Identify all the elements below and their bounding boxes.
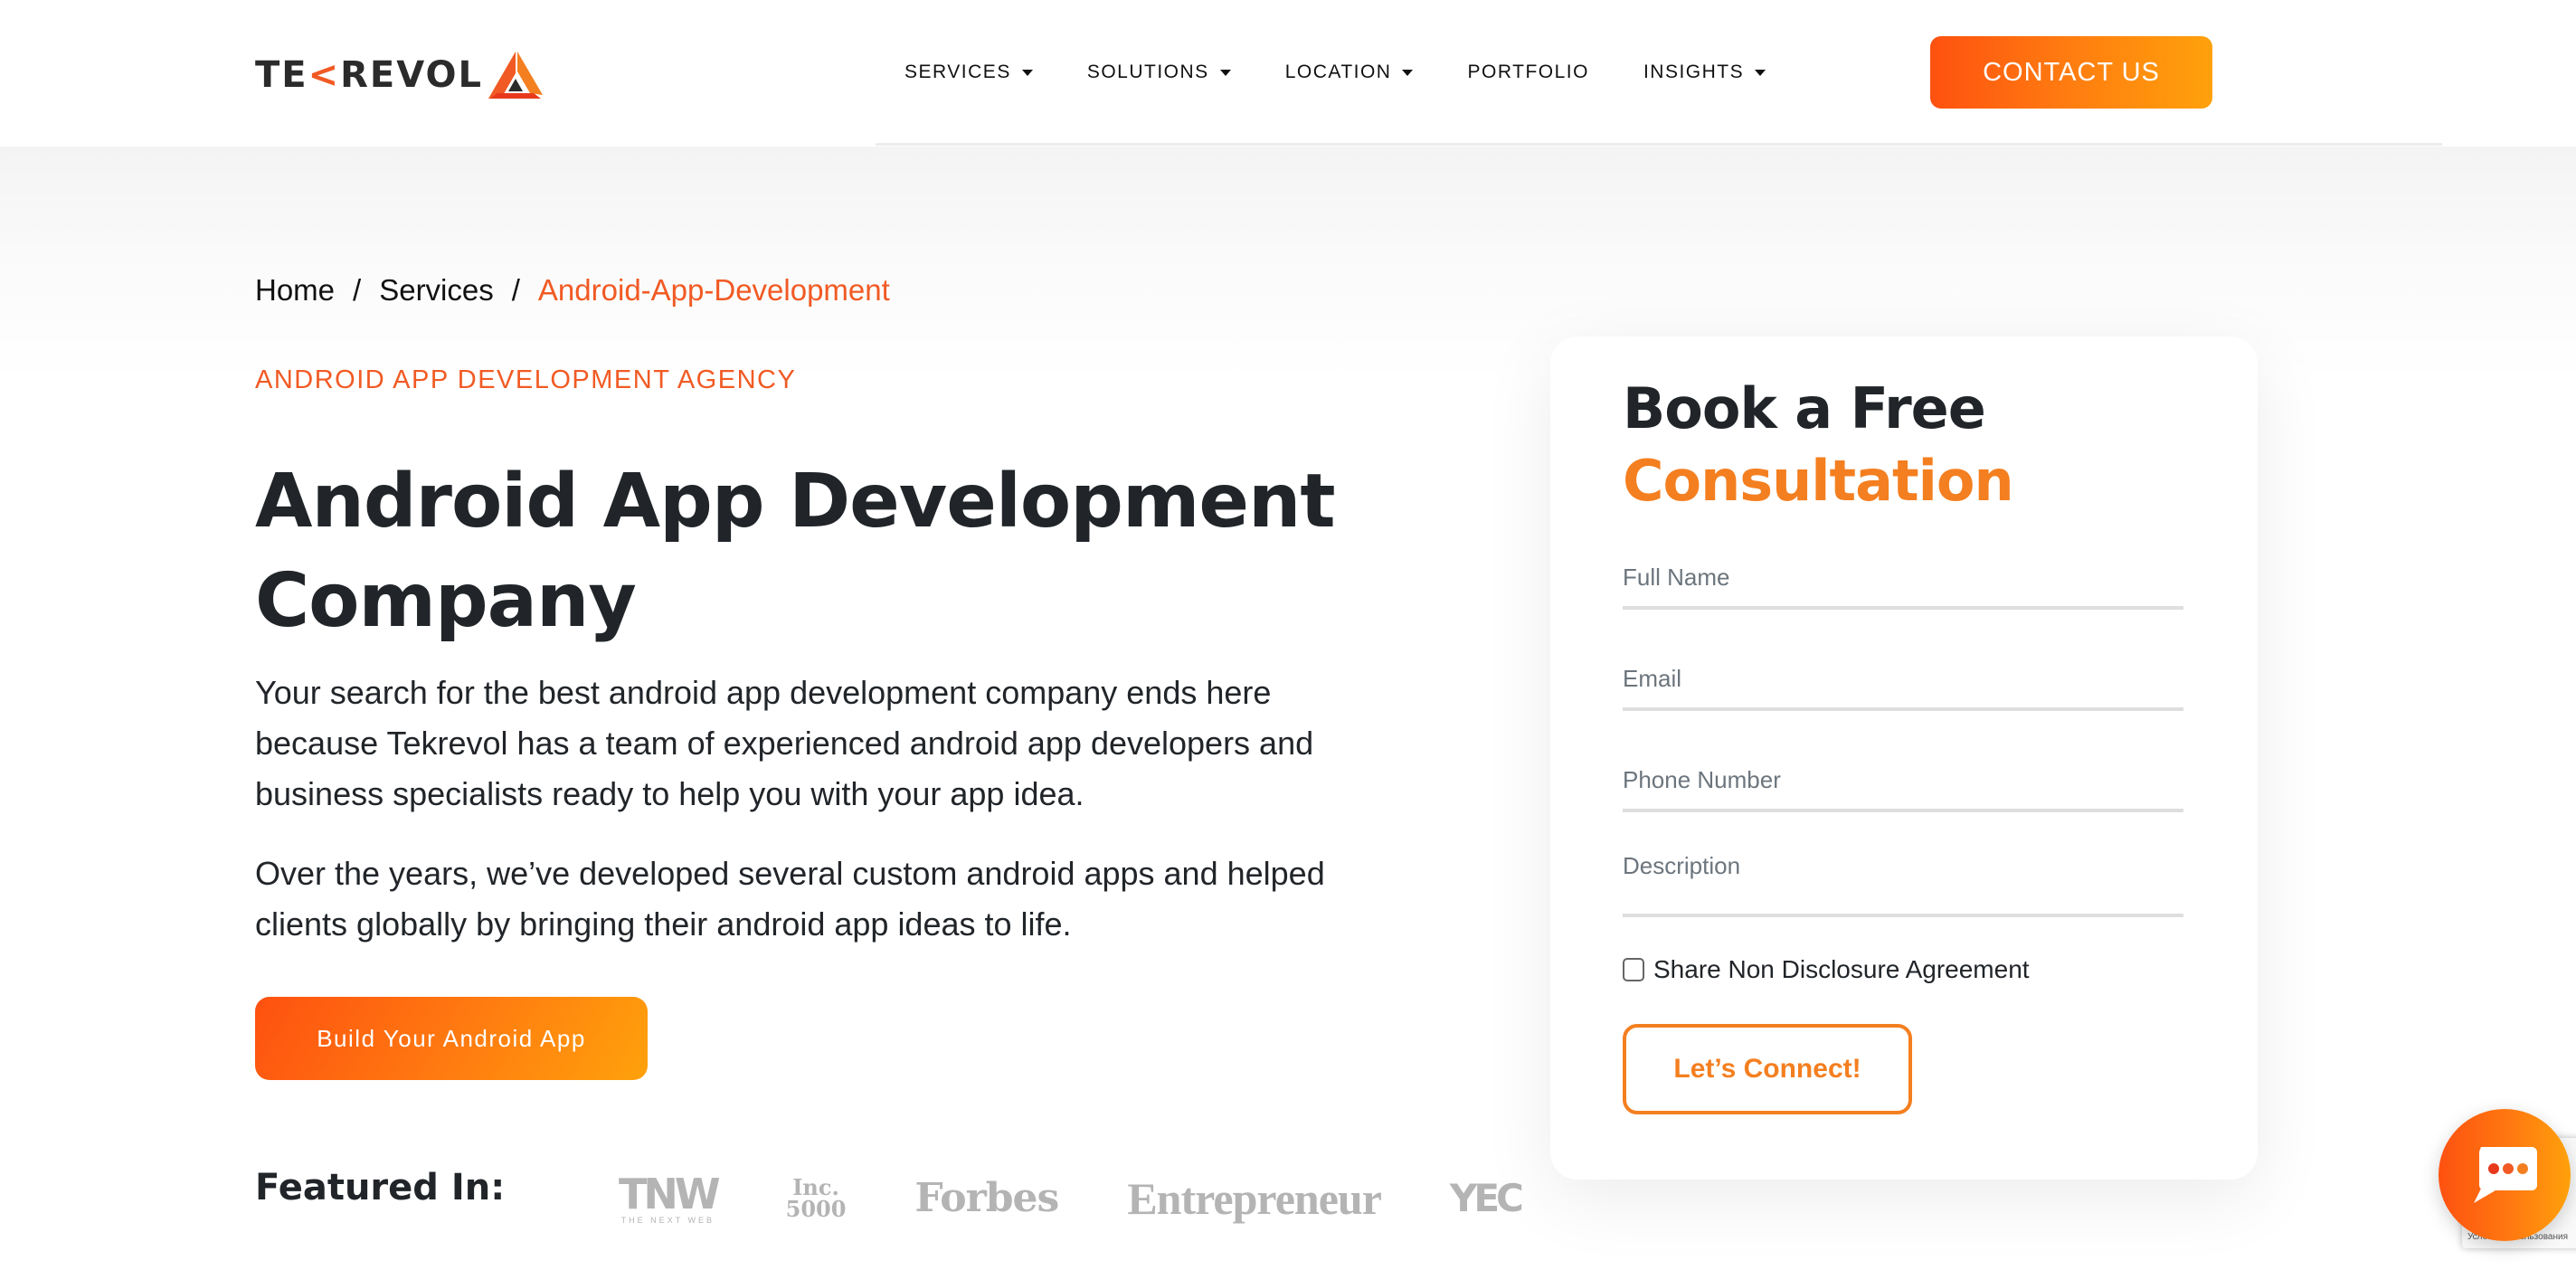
chat-widget-button[interactable]: [2439, 1109, 2571, 1241]
header-divider: [876, 143, 2442, 146]
featured-in-label: Featured In:: [255, 1167, 506, 1208]
build-android-app-button[interactable]: Build Your Android App: [255, 997, 648, 1080]
caret-down-icon: [1219, 69, 1231, 76]
nda-checkbox-row[interactable]: Share Non Disclosure Agreement: [1623, 955, 2030, 984]
chat-message-icon: [2474, 1147, 2537, 1203]
inc5000-logo: Inc. 5000: [786, 1177, 847, 1220]
nda-checkbox[interactable]: [1623, 958, 1644, 981]
caret-down-icon: [1021, 69, 1033, 76]
contact-us-button[interactable]: CONTACT US: [1930, 36, 2212, 109]
caret-down-icon: [1755, 69, 1766, 76]
consultation-form-card: Book a Free Consultation Share Non Discl…: [1550, 336, 2258, 1180]
form-title-line1: Book a Free: [1623, 375, 1986, 441]
forbes-logo: Forbes: [914, 1175, 1059, 1221]
entrepreneur-logo: Entrepreneur: [1127, 1173, 1382, 1224]
inc-logo-sub: 5000: [785, 1196, 847, 1222]
page-title: Android App Development Company: [255, 452, 1340, 651]
tekrevol-logo[interactable]: TE<REVOL: [255, 51, 543, 100]
nav-insights-label: INSIGHTS: [1643, 62, 1745, 82]
tnw-logo-sub: THE NEXT WEB: [620, 1215, 715, 1225]
breadcrumb-current: Android-App-Development: [537, 273, 890, 307]
description-input[interactable]: [1623, 832, 2183, 914]
hero-eyebrow: ANDROID APP DEVELOPMENT AGENCY: [255, 365, 797, 394]
nav-portfolio-label: PORTFOLIO: [1467, 62, 1589, 82]
nav-location[interactable]: LOCATION: [1285, 56, 1414, 89]
breadcrumb-services[interactable]: Services: [379, 273, 494, 308]
lets-connect-button[interactable]: Let’s Connect!: [1623, 1024, 1912, 1114]
nav-portfolio[interactable]: PORTFOLIO: [1467, 56, 1588, 89]
nav-services-label: SERVICES: [904, 62, 1011, 82]
main-nav: SERVICES SOLUTIONS LOCATION PORTFOLIO IN…: [904, 56, 1820, 89]
full-name-input[interactable]: [1623, 528, 2183, 606]
breadcrumb: Home / Services / Android-App-Developmen…: [255, 273, 890, 308]
nav-location-label: LOCATION: [1284, 62, 1392, 82]
logo-triangle-icon: [488, 52, 543, 99]
full-name-field-wrap: [1623, 528, 2183, 610]
logo-wordmark: TE<REVOL: [255, 54, 483, 96]
caret-down-icon: [1402, 69, 1414, 76]
hero-paragraph-2: Over the years, we’ve developed several …: [255, 855, 1325, 943]
site-header: TE<REVOL SERVICES SOLUTIONS LOCATION POR…: [0, 0, 2576, 147]
description-field-wrap: [1623, 832, 2183, 917]
tnw-logo-mark: TNW: [619, 1169, 721, 1218]
nda-label: Share Non Disclosure Agreement: [1653, 955, 2030, 983]
nav-services[interactable]: SERVICES: [904, 56, 1033, 89]
breadcrumb-separator: /: [511, 273, 520, 307]
phone-number-input[interactable]: [1623, 731, 2183, 809]
form-title: Book a Free Consultation: [1623, 373, 2014, 517]
phone-field-wrap: [1623, 731, 2183, 812]
page-title-line1: Android App Development: [255, 459, 1336, 545]
press-logos: TNW THE NEXT WEB Inc. 5000 Forbes Entrep…: [619, 1167, 1524, 1230]
tnw-logo: TNW THE NEXT WEB: [619, 1169, 721, 1225]
form-title-accent: Consultation: [1623, 448, 2014, 514]
email-input[interactable]: [1623, 630, 2183, 707]
email-field-wrap: [1623, 630, 2183, 711]
yec-logo: YEC: [1449, 1176, 1524, 1220]
nav-insights[interactable]: INSIGHTS: [1643, 56, 1766, 89]
hero-paragraph-1: Your search for the best android app dev…: [255, 674, 1314, 812]
nav-solutions-label: SOLUTIONS: [1086, 62, 1209, 82]
breadcrumb-home[interactable]: Home: [255, 273, 335, 308]
breadcrumb-separator: /: [353, 273, 362, 307]
nav-solutions[interactable]: SOLUTIONS: [1087, 56, 1231, 89]
page-title-line2: Company: [255, 558, 637, 644]
